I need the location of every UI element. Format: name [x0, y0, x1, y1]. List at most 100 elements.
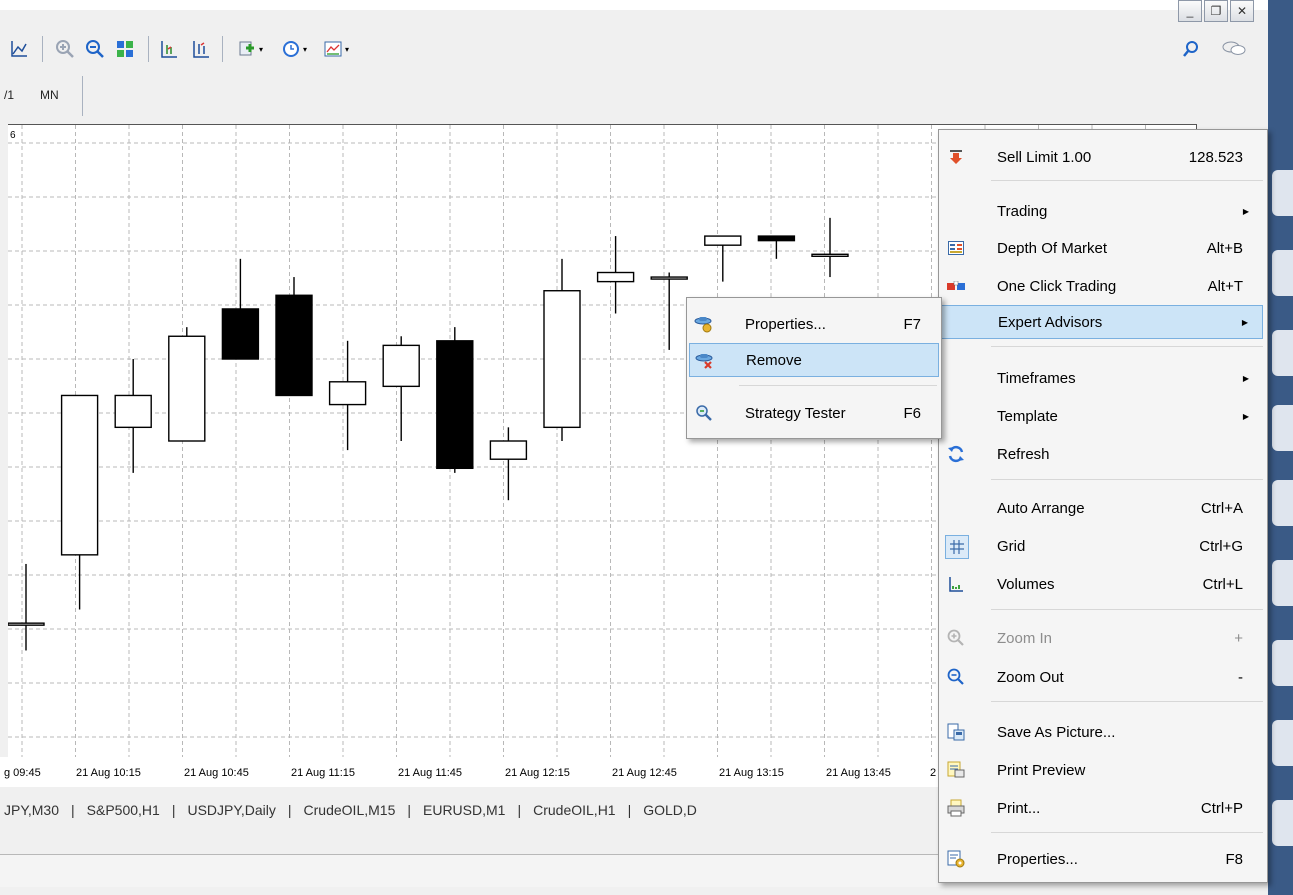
- menu-item-depth-of-market[interactable]: Depth Of Market Alt+B: [941, 231, 1263, 265]
- menu-item-auto-arrange[interactable]: Auto Arrange Ctrl+A: [941, 491, 1263, 525]
- side-tile[interactable]: [1272, 170, 1293, 216]
- bearish-candle: [221, 308, 260, 360]
- menu-shortcut: Ctrl+L: [1202, 575, 1243, 593]
- printer-icon: [945, 797, 967, 819]
- menu-label: Properties...: [997, 850, 1078, 868]
- menu-label: Print Preview: [997, 761, 1086, 779]
- bullish-candle: [382, 344, 420, 388]
- toolbar-separator: [42, 36, 43, 62]
- submenu-arrow-icon: ▶: [1242, 373, 1249, 383]
- menu-separator: [991, 479, 1263, 480]
- menu-item-trading[interactable]: Trading ▶: [941, 194, 1263, 228]
- minimize-button[interactable]: _: [1178, 0, 1202, 22]
- submenu-arrow-icon: ▶: [1242, 411, 1249, 421]
- menu-item-expert-advisors[interactable]: Expert Advisors ▶: [941, 305, 1263, 339]
- menu-item-grid[interactable]: Grid Ctrl+G: [941, 529, 1263, 563]
- period-separator: [82, 76, 83, 116]
- grid-icon: [945, 535, 969, 559]
- menu-shortcut: Alt+T: [1207, 277, 1243, 295]
- menu-item-timeframes[interactable]: Timeframes ▶: [941, 361, 1263, 395]
- autoscroll-icon[interactable]: [188, 36, 214, 62]
- chart-tabs: JPY,M30 | S&P500,H1 | USDJPY,Daily | CrudeO…: [0, 790, 980, 830]
- tile-windows-icon[interactable]: [112, 36, 138, 62]
- menu-item-print-preview[interactable]: Print Preview: [941, 753, 1263, 787]
- bullish-candle: [811, 253, 849, 257]
- menu-item-zoom-out[interactable]: Zoom Out -: [941, 660, 1263, 694]
- close-button[interactable]: ✕: [1230, 0, 1254, 22]
- menu-shortcut: Alt+B: [1206, 239, 1243, 257]
- menu-item-properties[interactable]: Properties... F8: [941, 842, 1263, 876]
- time-axis-label: 21 Aug 10:15: [76, 767, 141, 779]
- restore-button[interactable]: ❐: [1204, 0, 1228, 22]
- period-mn[interactable]: MN: [40, 88, 59, 102]
- menu-shortcut: +: [1234, 629, 1243, 647]
- side-tile[interactable]: [1272, 720, 1293, 766]
- bullish-candle: [8, 622, 45, 626]
- menu-item-print[interactable]: Print... Ctrl+P: [941, 791, 1263, 825]
- menu-shortcut: Ctrl+P: [1200, 799, 1243, 817]
- menu-item-refresh[interactable]: Refresh: [941, 437, 1263, 471]
- menu-separator: [991, 609, 1263, 610]
- window-controls: _ ❐ ✕: [1178, 0, 1254, 22]
- menu-label: Remove: [746, 351, 802, 369]
- time-axis-label: 21 Aug 12:45: [612, 767, 677, 779]
- side-tile[interactable]: [1272, 480, 1293, 526]
- menu-label: Trading: [997, 202, 1048, 220]
- periods-icon[interactable]: ▾: [276, 36, 312, 62]
- bullish-candle: [596, 271, 635, 283]
- side-tile[interactable]: [1272, 405, 1293, 451]
- menu-item-template[interactable]: Template ▶: [941, 399, 1263, 433]
- menu-label: One Click Trading: [997, 277, 1117, 295]
- bullish-candle: [543, 290, 581, 429]
- chart-corner-label: 6: [10, 130, 16, 141]
- time-axis-label: 21 Aug 13:15: [719, 767, 784, 779]
- tab-sp500-h1[interactable]: S&P500,H1: [75, 802, 172, 818]
- bullish-candle: [168, 335, 206, 442]
- strategy-tester-icon: [693, 402, 715, 424]
- tab-eurusd-m1[interactable]: EURUSD,M1: [411, 802, 517, 818]
- search-icon[interactable]: [1178, 36, 1204, 62]
- menu-label: Zoom In: [997, 629, 1053, 647]
- menu-label: Grid: [997, 537, 1026, 555]
- tab-jpy-m30[interactable]: JPY,M30: [0, 802, 71, 818]
- chat-icon[interactable]: [1218, 36, 1250, 62]
- menu-item-sell-limit[interactable]: Sell Limit 1.00 128.523: [941, 140, 1263, 174]
- menu-item-volumes[interactable]: Volumes Ctrl+L: [941, 567, 1263, 601]
- side-tile[interactable]: [1272, 330, 1293, 376]
- bullish-candle: [328, 381, 367, 406]
- templates-icon[interactable]: ▾: [318, 36, 354, 62]
- menu-shortcut: Ctrl+G: [1199, 537, 1243, 555]
- menu-item-one-click-trading[interactable]: One Click Trading Alt+T: [941, 269, 1263, 303]
- period-w1-partial[interactable]: /1: [4, 88, 14, 102]
- zoom-out-icon[interactable]: [82, 36, 108, 62]
- tab-usdjpy-daily[interactable]: USDJPY,Daily: [175, 802, 287, 818]
- depth-of-market-icon: [945, 237, 967, 259]
- indicators-icon[interactable]: ▾: [232, 36, 268, 62]
- time-axis-label: 21 Aug 13:45: [826, 767, 891, 779]
- side-tile[interactable]: [1272, 640, 1293, 686]
- side-tile[interactable]: [1272, 800, 1293, 846]
- menu-shortcut: -: [1238, 668, 1243, 686]
- tab-crudeoil-h1[interactable]: CrudeOIL,H1: [521, 802, 627, 818]
- tab-crudeoil-m15[interactable]: CrudeOIL,M15: [292, 802, 408, 818]
- submenu-item-properties[interactable]: Properties... F7: [689, 307, 939, 341]
- submenu-arrow-icon: ▶: [1241, 317, 1248, 327]
- submenu-item-remove[interactable]: Remove: [689, 343, 939, 377]
- bullish-candle: [704, 235, 742, 246]
- bearish-candle: [757, 235, 796, 242]
- side-tile[interactable]: [1272, 560, 1293, 606]
- chart-shift-icon[interactable]: [156, 36, 182, 62]
- side-tile[interactable]: [1272, 250, 1293, 296]
- sell-limit-price: 128.523: [1188, 148, 1243, 166]
- menu-item-zoom-in[interactable]: Zoom In +: [941, 621, 1263, 655]
- submenu-item-strategy-tester[interactable]: Strategy Tester F6: [689, 396, 939, 430]
- menu-item-save-as-picture[interactable]: Save As Picture...: [941, 715, 1263, 749]
- menu-label: Zoom Out: [997, 668, 1064, 686]
- zoom-in-icon[interactable]: [52, 36, 78, 62]
- toolbar: ▾ ▾ ▾: [0, 28, 1268, 72]
- line-chart-icon[interactable]: [6, 36, 32, 62]
- menu-separator: [991, 832, 1263, 833]
- tab-gold-d[interactable]: GOLD,D: [631, 802, 709, 818]
- expert-properties-icon: [693, 313, 715, 335]
- bearish-candle: [275, 294, 313, 397]
